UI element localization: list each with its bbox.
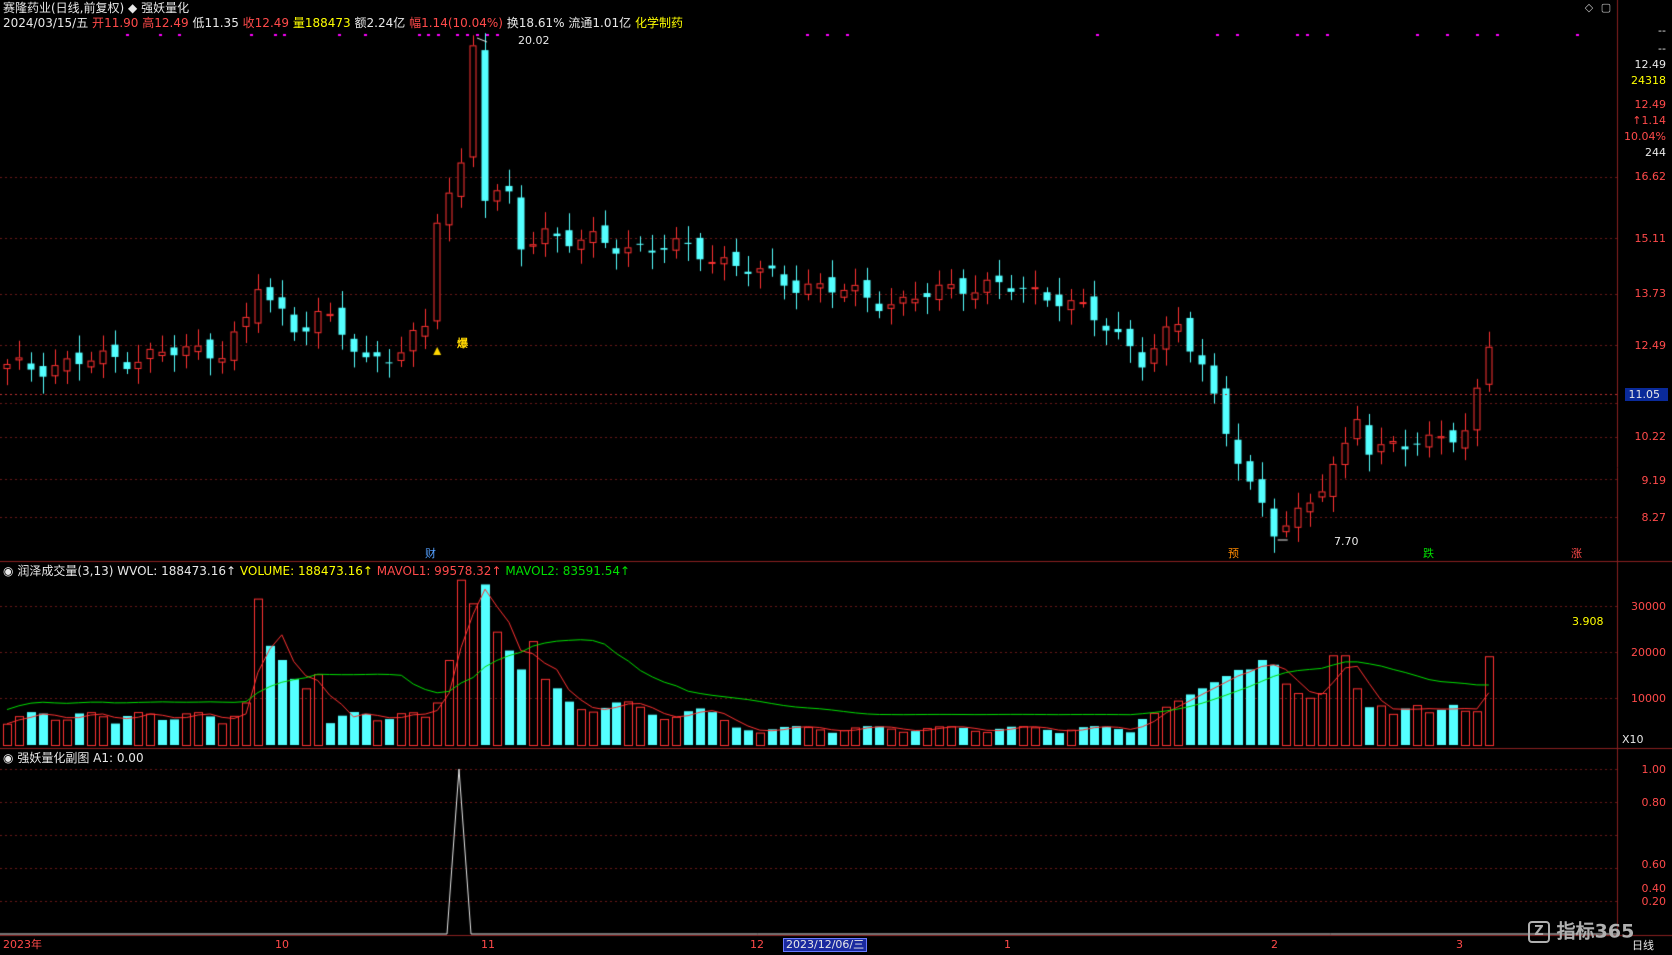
sub-panel-title[interactable]: 强妖量化副图 — [17, 751, 89, 765]
event-marker-rise[interactable]: 涨 — [1571, 548, 1582, 560]
sub-axis-label: 0.40 — [1641, 882, 1667, 895]
event-marker-burst[interactable]: 爆 — [457, 338, 468, 350]
sector-label[interactable]: 化学制药 — [635, 16, 683, 30]
volume-axis-label: 20000 — [1631, 646, 1666, 659]
amount-value: 2.24亿 — [366, 16, 406, 30]
low-value: 11.35 — [204, 16, 239, 30]
info-v2: -- — [1658, 42, 1666, 55]
low-label: 低 — [192, 16, 205, 30]
time-axis-label: 2023年 — [3, 938, 42, 951]
restore-window-icon[interactable]: ▢ — [1600, 2, 1612, 14]
price-axis-label: 15.11 — [1634, 232, 1667, 245]
mavol2-value: MAVOL2: 83591.54↑ — [505, 564, 631, 578]
quote-line: 2024/03/15/五 开11.90 高12.49 低11.35 收12.49… — [3, 16, 683, 30]
sub-axis-label: 0.20 — [1641, 895, 1667, 908]
turnover-label: 换 — [506, 16, 519, 30]
volume-axis-label: 30000 — [1631, 600, 1666, 613]
price-axis-label: 16.62 — [1634, 170, 1667, 183]
stock-chart-canvas[interactable] — [0, 0, 1672, 955]
turnover-value: 18.61% — [518, 16, 565, 30]
sub-axis-label: 1.00 — [1641, 763, 1667, 776]
high-marker: 20.02 — [518, 34, 550, 47]
wvol-value: WVOL: 188473.16↑ — [117, 564, 237, 578]
info-price2: 12.49 — [1634, 98, 1667, 111]
sub-axis-label: 0.60 — [1641, 858, 1667, 871]
volume-label: 量 — [292, 16, 305, 30]
price-axis-label: 13.73 — [1634, 287, 1667, 300]
time-axis-label: 2 — [1271, 938, 1278, 951]
volume-panel-title[interactable]: 润泽成交量(3,13) — [17, 564, 113, 578]
diamond-icon[interactable]: ◇ — [1583, 2, 1595, 14]
quote-date: 2024/03/15/五 — [3, 16, 89, 30]
info-num: 244 — [1645, 146, 1666, 159]
high-value: 12.49 — [154, 16, 189, 30]
event-marker-fall[interactable]: 跌 — [1423, 548, 1434, 560]
time-axis-label: 11 — [481, 938, 495, 951]
cursor-date-tag: 2023/12/06/三 — [783, 938, 868, 952]
sub-panel-collapse-icon[interactable]: ◉ — [3, 751, 13, 765]
volume-axis-label: 10000 — [1631, 692, 1666, 705]
info-vol: 24318 — [1631, 74, 1666, 87]
close-label: 收 — [242, 16, 255, 30]
time-axis-label: 10 — [275, 938, 289, 951]
time-axis-label: 12 — [750, 938, 764, 951]
info-change: ↑1.14 — [1632, 114, 1666, 127]
current-price-tag: 11.05 — [1624, 388, 1668, 401]
indicator-name: 强妖量化 — [141, 1, 190, 15]
open-label: 开 — [92, 16, 105, 30]
price-axis-label: 9.19 — [1641, 474, 1667, 487]
brand-logo-text: 指标365 — [1556, 920, 1635, 943]
volume-panel-header: ◉ 润泽成交量(3,13) WVOL: 188473.16↑ VOLUME: 1… — [3, 564, 630, 578]
volume-ratio: 3.908 — [1572, 615, 1604, 628]
float-value: 1.01亿 — [592, 16, 632, 30]
volume-panel-collapse-icon[interactable]: ◉ — [3, 564, 13, 578]
sub-axis-label: 0.80 — [1641, 796, 1667, 809]
volume-indicator-value: VOLUME: 188473.16↑ — [239, 564, 373, 578]
high-label: 高 — [142, 16, 155, 30]
mavol1-value: MAVOL1: 99578.32↑ — [376, 564, 502, 578]
info-price: 12.49 — [1634, 58, 1667, 71]
sub-panel-header: ◉ 强妖量化副图 A1: 0.00 — [3, 751, 144, 765]
time-axis-label: 3 — [1456, 938, 1463, 951]
event-marker-finance[interactable]: 财 — [425, 548, 436, 560]
change-value: 1.14(10.04%) — [421, 16, 503, 30]
event-marker-forecast[interactable]: 预 — [1228, 548, 1239, 560]
volume-value: 188473 — [304, 16, 351, 30]
price-axis-label: 12.49 — [1634, 339, 1667, 352]
close-value: 12.49 — [254, 16, 290, 30]
time-axis-label: 1 — [1004, 938, 1011, 951]
a1-value: A1: 0.00 — [93, 751, 144, 765]
info-v1: -- — [1658, 24, 1666, 37]
header-separator: ◆ — [128, 1, 142, 15]
open-value: 11.90 — [104, 16, 139, 30]
period-label[interactable]: 日线 — [1632, 940, 1654, 952]
amount-label: 额 — [354, 16, 367, 30]
brand-logo-icon: Z — [1528, 921, 1550, 943]
chart-header: 赛隆药业(日线,前复权) ◆ 强妖量化 — [3, 1, 189, 15]
info-pct: 10.04% — [1624, 130, 1666, 143]
brand-logo: Z 指标365 — [1528, 921, 1634, 943]
low-marker: 7.70 — [1334, 535, 1359, 548]
price-axis-label: 10.22 — [1634, 430, 1667, 443]
stock-name: 赛隆药业(日线,前复权) — [3, 1, 125, 15]
float-label: 流通 — [568, 16, 593, 30]
price-axis-label: 8.27 — [1641, 511, 1667, 524]
change-label: 幅 — [409, 16, 422, 30]
volume-unit: X10 — [1622, 733, 1644, 746]
